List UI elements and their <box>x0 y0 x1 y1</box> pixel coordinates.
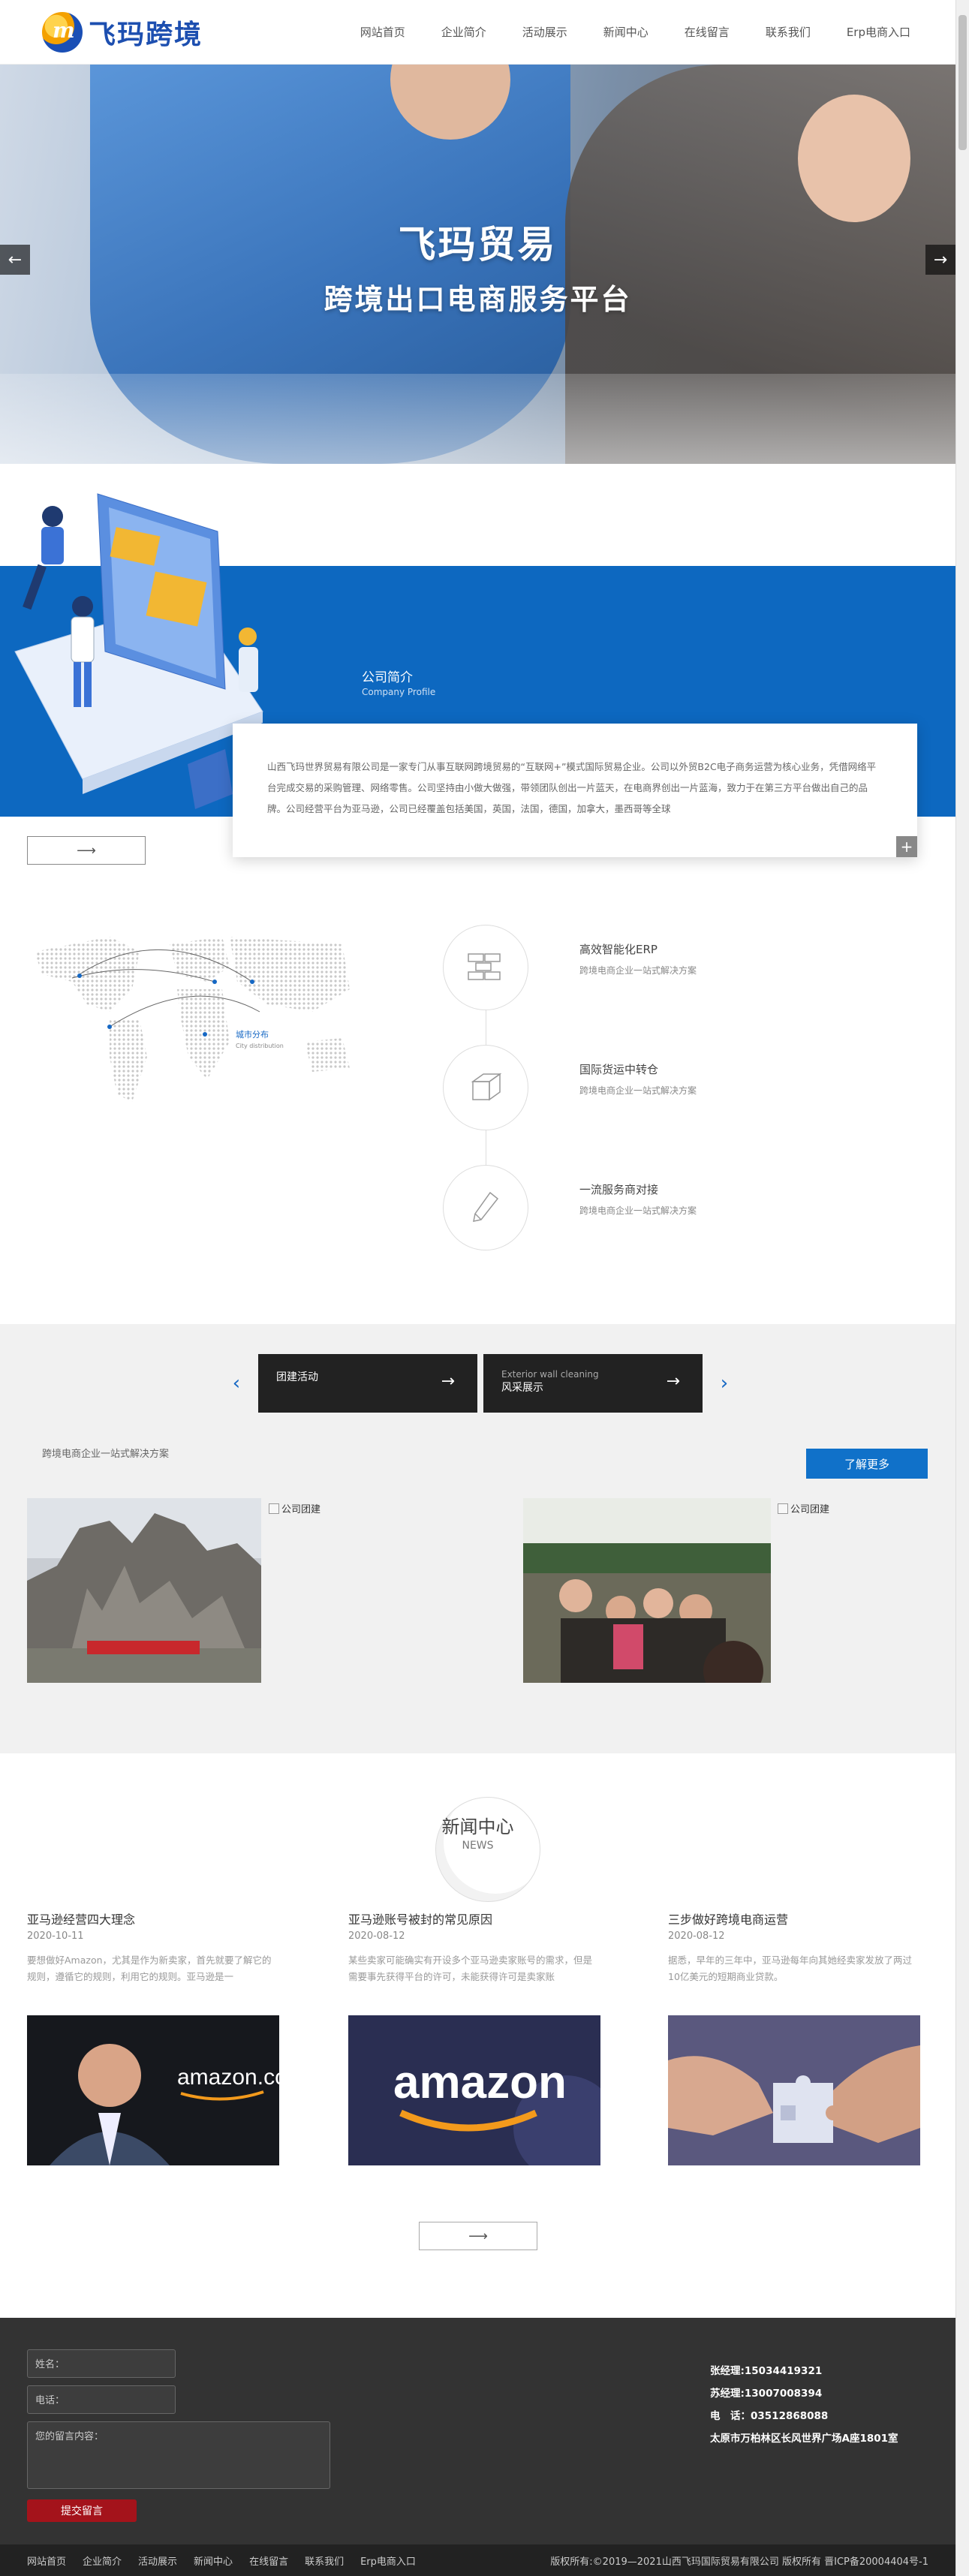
copyright: 版权所有:©2019—2021山西飞玛国际贸易有限公司 版权所有 晋ICP备20… <box>550 2556 928 2568</box>
case-photo[interactable] <box>523 1498 771 1683</box>
news-item-title[interactable]: 亚马逊经营四大理念 <box>27 1909 279 1927</box>
cases-description: 跨境电商企业一站式解决方案 <box>42 1449 170 1460</box>
about-text: 山西飞玛世界贸易有限公司是一家专门从事互联网跨境贸易的“互联网+”模式国际贸易企… <box>267 761 877 814</box>
banner-title: 飞玛贸易 <box>398 223 558 266</box>
footer-link[interactable]: 网站首页 <box>27 2553 66 2568</box>
case-photo[interactable] <box>27 1498 261 1683</box>
about-section: 公司简介 Company Profile 山西飞玛世界贸易有限公司是一家专门从事… <box>0 464 955 884</box>
map-label: 城市分布 City distribution <box>236 1030 284 1049</box>
news-item-summary: 据悉，早年的三年中，亚马逊每年向其她经卖家发放了两过10亿美元的短期商业贷款。 <box>668 1955 913 1982</box>
about-title: 公司简介 <box>362 670 413 685</box>
amazon-logo-text: amazon.com <box>177 2065 279 2090</box>
footer-link[interactable]: 联系我们 <box>305 2553 344 2568</box>
page-scrollbar[interactable] <box>955 0 969 2576</box>
news-item[interactable]: 亚马逊账号被封的常见原因 2020-08-12 某些卖家可能确实有开设多个亚马逊… <box>348 1909 618 2180</box>
footer-links: 网站首页 企业简介 活动展示 新闻中心 在线留言 联系我们 Erp电商入口 <box>27 2553 416 2568</box>
footer-link[interactable]: Erp电商入口 <box>360 2553 416 2568</box>
contact-info: 张经理:15034419321 苏经理:13007008394 电 话：0351… <box>710 2360 898 2450</box>
banner-subtitle: 跨境出口电商服务平台 <box>324 283 632 316</box>
news-item[interactable]: 三步做好跨境电商运营 2020-08-12 据悉，早年的三年中，亚马逊每年向其她… <box>668 1909 920 2168</box>
nav-news[interactable]: 新闻中心 <box>585 0 667 65</box>
footer-link[interactable]: 在线留言 <box>249 2553 288 2568</box>
news-heading: 新闻中心 NEWS <box>0 1797 955 1902</box>
box-icon <box>443 1045 528 1130</box>
nav-activities[interactable]: 活动展示 <box>504 0 585 65</box>
news-section: 新闻中心 NEWS 亚马逊经营四大理念 2020-10-11 要想做好Amazo… <box>0 1753 955 2318</box>
about-text-box: 山西飞玛世界贸易有限公司是一家专门从事互联网跨境贸易的“互联网+”模式国际贸易企… <box>233 724 917 857</box>
nav-home[interactable]: 网站首页 <box>342 0 423 65</box>
contact-line: 苏经理:13007008394 <box>710 2388 823 2400</box>
footer-link[interactable]: 活动展示 <box>138 2553 177 2568</box>
about-title-en: Company Profile <box>362 687 436 697</box>
broken-image-icon <box>269 1503 279 1514</box>
case-tabs: ‹ 团建活动 → Exterior wall cleaning 风采展示 → › <box>218 1354 743 1413</box>
cases-section: ‹ 团建活动 → Exterior wall cleaning 风采展示 → ›… <box>0 1324 955 1753</box>
hero-banner: 飞玛贸易 跨境出口电商服务平台 ← → <box>0 65 955 464</box>
amazon-logo-text: amazon <box>393 2057 567 2108</box>
name-input[interactable]: 姓名： <box>27 2349 176 2378</box>
footer-link[interactable]: 新闻中心 <box>194 2553 233 2568</box>
about-heading: 公司简介 Company Profile <box>362 667 435 697</box>
banner-prev-button[interactable]: ← <box>0 245 30 275</box>
footer-section: 姓名： 电话： 您的留言内容： 提交留言 张经理:15034419321 苏经理… <box>0 2318 955 2568</box>
contact-line: 张经理:15034419321 <box>710 2365 823 2377</box>
scrollbar-thumb[interactable] <box>958 15 967 150</box>
news-item-date: 2020-08-12 <box>348 1930 405 1942</box>
news-more-button[interactable]: ⟶ <box>419 2222 537 2250</box>
news-image[interactable] <box>668 2015 920 2165</box>
submit-button[interactable]: 提交留言 <box>27 2499 137 2522</box>
nav-about[interactable]: 企业简介 <box>423 0 504 65</box>
tabs-next-icon[interactable]: › <box>706 1372 743 1395</box>
bricks-icon <box>443 925 528 1010</box>
feature-title: 高效智能化ERP <box>579 943 658 956</box>
logo-icon <box>42 11 83 53</box>
site-header: 飞玛跨境 网站首页 企业简介 活动展示 新闻中心 在线留言 联系我们 Erp电商… <box>0 0 955 65</box>
expand-button[interactable]: + <box>896 836 917 857</box>
nav-contact[interactable]: 联系我们 <box>748 0 829 65</box>
news-item-summary: 某些卖家可能确实有开设多个亚马逊卖家账号的需求，但是需要事先获得平台的许可，未能… <box>348 1955 593 1982</box>
arrow-right-icon: → <box>666 1372 680 1391</box>
feature-desc: 跨境电商企业一站式解决方案 <box>579 1085 697 1096</box>
feature-title: 一流服务商对接 <box>579 1183 659 1196</box>
arrow-right-icon: → <box>441 1372 455 1391</box>
case-image-alt: 公司团建 <box>269 1501 320 1515</box>
main-nav: 网站首页 企业简介 活动展示 新闻中心 在线留言 联系我们 Erp电商入口 <box>342 0 928 65</box>
pen-icon <box>443 1165 528 1250</box>
feature-desc: 跨境电商企业一站式解决方案 <box>579 1205 697 1216</box>
logo-text: 飞玛跨境 <box>89 18 203 50</box>
news-image[interactable]: amazon <box>348 2015 618 2180</box>
nav-erp[interactable]: Erp电商入口 <box>829 0 928 65</box>
news-item[interactable]: 亚马逊经营四大理念 2020-10-11 要想做好Amazon，尤其是作为新卖家… <box>27 1909 306 2168</box>
laptop-illustration <box>14 493 263 809</box>
contact-line: 太原市万柏林区长风世界广场A座1801室 <box>710 2433 898 2445</box>
tab-teambuilding[interactable]: 团建活动 → <box>258 1354 477 1413</box>
feature-title: 国际货运中转仓 <box>579 1063 659 1076</box>
news-title: 新闻中心 <box>441 1816 514 1837</box>
features-section: 城市分布 City distribution 高效智能化ERP 跨境电商企业一站… <box>0 884 955 1324</box>
news-image[interactable]: amazon.com <box>27 2015 306 2165</box>
feature-desc: 跨境电商企业一站式解决方案 <box>579 965 697 976</box>
phone-input[interactable]: 电话： <box>27 2385 176 2414</box>
news-item-title[interactable]: 三步做好跨境电商运营 <box>668 1909 920 1927</box>
news-item-summary: 要想做好Amazon，尤其是作为新卖家，首先就要了解它的规则，遵循它的规则，利用… <box>27 1955 272 1982</box>
logo[interactable]: 飞玛跨境 <box>42 11 203 53</box>
world-map <box>35 937 350 1102</box>
message-textarea[interactable]: 您的留言内容： <box>27 2421 330 2489</box>
contact-line: 电 话：03512868088 <box>710 2410 829 2422</box>
about-more-button[interactable]: ⟶ <box>27 836 146 865</box>
news-item-title[interactable]: 亚马逊账号被封的常见原因 <box>348 1909 600 1927</box>
nav-message[interactable]: 在线留言 <box>667 0 748 65</box>
news-item-date: 2020-10-11 <box>27 1930 84 1942</box>
banner-next-button[interactable]: → <box>925 245 955 275</box>
news-item-date: 2020-08-12 <box>668 1930 725 1942</box>
case-image-alt: 公司团建 <box>778 1501 829 1515</box>
news-title-en: NEWS <box>462 1840 494 1852</box>
footer-link[interactable]: 企业简介 <box>83 2553 122 2568</box>
broken-image-icon <box>778 1503 788 1514</box>
learn-more-button[interactable]: 了解更多 <box>806 1449 928 1479</box>
bottom-bar: 网站首页 企业简介 活动展示 新闻中心 在线留言 联系我们 Erp电商入口 版权… <box>0 2544 955 2576</box>
tab-showcase[interactable]: Exterior wall cleaning 风采展示 → <box>483 1354 703 1413</box>
tabs-prev-icon[interactable]: ‹ <box>218 1372 255 1395</box>
